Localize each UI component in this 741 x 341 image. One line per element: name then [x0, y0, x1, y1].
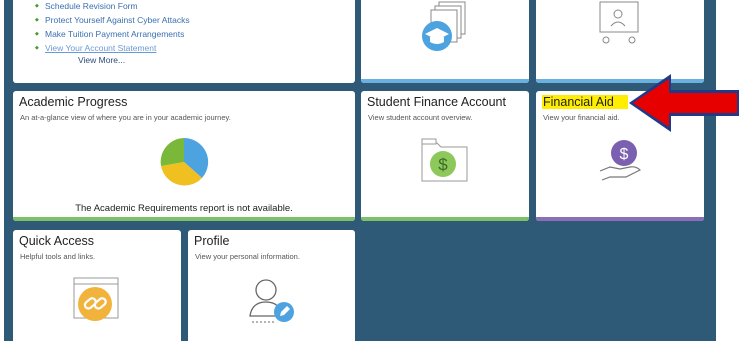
links-tile: Schedule Revision Form Protect Yourself … [13, 0, 355, 83]
view-more-link[interactable]: View More... [78, 55, 125, 65]
tile-accent-bar [536, 217, 704, 221]
svg-text:$: $ [438, 155, 448, 174]
link-schedule-revision[interactable]: Schedule Revision Form [35, 0, 190, 13]
tile-subtitle: View your financial aid. [543, 113, 620, 122]
tile-accent-bar [361, 79, 529, 83]
student-finance-tile[interactable]: Student Finance Account View student acc… [361, 91, 529, 221]
pie-chart-icon [160, 137, 209, 186]
tile-subtitle: Helpful tools and links. [20, 252, 96, 261]
link-chain-icon [73, 277, 119, 321]
link-tuition-payment[interactable]: Make Tuition Payment Arrangements [35, 27, 190, 41]
hand-dollar-icon: $ [599, 140, 642, 181]
red-arrow-annotation [629, 74, 739, 132]
financial-aid-highlight: Financial Aid [542, 95, 628, 109]
graduation-cap-icon [422, 1, 466, 51]
links-list: Schedule Revision Form Protect Yourself … [35, 0, 190, 55]
tile-title: Financial Aid [542, 95, 628, 109]
tile-subtitle: An at-a-glance view of where you are in … [20, 113, 231, 122]
svg-text:$: $ [620, 146, 629, 163]
tile-accent-bar [13, 217, 355, 221]
profile-tile[interactable]: Profile View your personal information. [188, 230, 355, 341]
link-cyber-attacks[interactable]: Protect Yourself Against Cyber Attacks [35, 13, 190, 27]
link-account-statement[interactable]: View Your Account Statement [35, 41, 190, 55]
quick-access-tile[interactable]: Quick Access Helpful tools and links. [13, 230, 181, 341]
graduation-tile[interactable] [361, 0, 529, 83]
tile-subtitle: View your personal information. [195, 252, 300, 261]
academic-progress-tile[interactable]: Academic Progress An at-a-glance view of… [13, 91, 355, 221]
presentation-icon [599, 1, 639, 44]
tile-title: Profile [194, 234, 230, 248]
tile-title: Academic Progress [19, 95, 128, 109]
user-profile-icon [249, 279, 294, 323]
tile-subtitle: View student account overview. [368, 113, 473, 122]
tile-title: Quick Access [19, 234, 95, 248]
academic-requirements-note: The Academic Requirements report is not … [75, 203, 293, 214]
dollar-folder-icon: $ [421, 138, 468, 182]
tile-title: Student Finance Account [367, 95, 506, 109]
tile-accent-bar [361, 217, 529, 221]
